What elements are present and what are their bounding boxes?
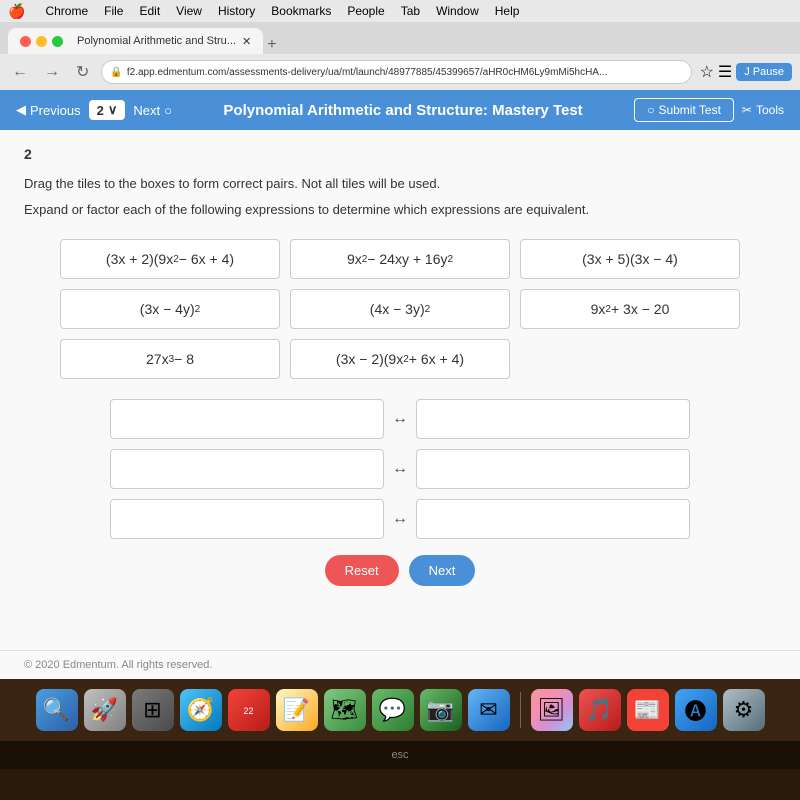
url-bar[interactable]: 🔒 f2.app.edmentum.com/assessments-delive… [101,60,691,84]
menu-window[interactable]: Window [436,4,479,18]
menu-edit[interactable]: Edit [139,4,160,18]
drop-row-1: ↔ [110,399,690,439]
traffic-lights [20,36,63,47]
tile-6[interactable]: 27x3 − 8 [60,339,280,379]
dock-maps[interactable]: 🗺 [324,689,366,731]
tile-7[interactable]: (3x − 2)(9x2 + 6x + 4) [290,339,510,379]
apple-menu[interactable]: 🍎 [8,3,25,20]
menu-chrome[interactable]: Chrome [45,4,88,18]
tile-5[interactable]: 9x2 + 3x − 20 [520,289,740,329]
menu-view[interactable]: View [176,4,202,18]
dock-mission-control[interactable]: ⊞ [132,689,174,731]
page-title: Polynomial Arithmetic and Structure: Mas… [180,102,626,119]
next-circle-icon: ○ [164,103,172,118]
arrow-icon-2: ↔ [392,460,408,478]
drop-box-right-2[interactable] [416,449,690,489]
dock-calendar[interactable]: 22 [228,689,270,731]
url-text: f2.app.edmentum.com/assessments-delivery… [127,67,607,78]
tab-bar: Polynomial Arithmetic and Stru... ✕ + [0,22,800,54]
drop-zones: ↔ ↔ ↔ [110,399,690,539]
minimize-button[interactable] [36,36,47,47]
action-buttons: Reset Next [24,555,776,586]
question-num-value: 2 [97,103,104,118]
submit-circle-icon: ○ [647,103,654,117]
tile-3[interactable]: (3x − 4y)2 [60,289,280,329]
tools-button[interactable]: ✂ Tools [742,103,784,117]
tiles-grid: (3x + 2)(9x2 − 6x + 4) 9x2 − 24xy + 16y2… [60,239,740,379]
instruction-2: Expand or factor each of the following e… [24,200,776,220]
keyboard-label: esc [391,749,408,761]
drop-row-3: ↔ [110,499,690,539]
dock-facetime[interactable]: 📷 [420,689,462,731]
dock-separator [520,692,521,728]
menu-file[interactable]: File [104,4,123,18]
dock-finder[interactable]: 🔍 [36,689,78,731]
dock: 🔍 🚀 ⊞ 🧭 22 📝 🗺 💬 📷 ✉ 🖼 🎵 📰 🅐 ⚙ [0,679,800,741]
prev-arrow-icon: ◀ [16,102,26,118]
dock-music[interactable]: 🎵 [579,689,621,731]
next-nav-button[interactable]: Next ○ [133,103,172,118]
dock-notes[interactable]: 📝 [276,689,318,731]
drop-box-right-3[interactable] [416,499,690,539]
dock-safari[interactable]: 🧭 [180,689,222,731]
tile-1[interactable]: 9x2 − 24xy + 16y2 [290,239,510,279]
tab-close-icon[interactable]: ✕ [242,35,251,48]
dock-messages[interactable]: 💬 [372,689,414,731]
tab-title: Polynomial Arithmetic and Stru... [77,35,236,47]
footer: © 2020 Edmentum. All rights reserved. [0,650,800,679]
scissors-icon: ✂ [742,103,752,117]
drop-box-left-1[interactable] [110,399,384,439]
dock-appstore[interactable]: 🅐 [675,689,717,731]
drop-box-left-3[interactable] [110,499,384,539]
question-chevron-icon: ∨ [108,102,118,118]
address-actions: ☆ ☰ J Pause [700,62,792,82]
dock-launchpad[interactable]: 🚀 [84,689,126,731]
maximize-button[interactable] [52,36,63,47]
copyright-text: © 2020 Edmentum. All rights reserved. [24,659,212,671]
previous-button[interactable]: ◀ Previous [16,102,81,118]
arrow-icon-1: ↔ [392,410,408,428]
new-tab-button[interactable]: + [267,36,276,54]
bookmark-icon[interactable]: ☆ [700,62,714,82]
dock-mail[interactable]: ✉ [468,689,510,731]
tile-0[interactable]: (3x + 2)(9x2 − 6x + 4) [60,239,280,279]
dock-photos[interactable]: 🖼 [531,689,573,731]
lock-icon: 🔒 [110,67,122,78]
menu-bookmarks[interactable]: Bookmarks [271,4,331,18]
pause-button[interactable]: J Pause [736,63,792,81]
dock-news[interactable]: 📰 [627,689,669,731]
question-nav-bar: ◀ Previous 2 ∨ Next ○ Polynomial Arithme… [0,90,800,130]
reload-button[interactable]: ↻ [72,60,93,84]
tile-4[interactable]: (4x − 3y)2 [290,289,510,329]
browser-tab[interactable]: Polynomial Arithmetic and Stru... ✕ [8,28,263,54]
address-bar: ← → ↻ 🔒 f2.app.edmentum.com/assessments-… [0,54,800,90]
instruction-1: Drag the tiles to the boxes to form corr… [24,174,776,194]
close-button[interactable] [20,36,31,47]
menu-tab[interactable]: Tab [401,4,420,18]
menu-people[interactable]: People [347,4,384,18]
forward-button[interactable]: → [40,61,64,83]
next-button[interactable]: Next [409,555,476,586]
arrow-icon-3: ↔ [392,510,408,528]
drop-box-left-2[interactable] [110,449,384,489]
drop-box-right-1[interactable] [416,399,690,439]
menu-history[interactable]: History [218,4,255,18]
back-button[interactable]: ← [8,61,32,83]
content-area: 2 Drag the tiles to the boxes to form co… [0,130,800,650]
bottom-bar: esc [0,741,800,769]
menu-bar: 🍎 Chrome File Edit View History Bookmark… [0,0,800,22]
question-number-label: 2 [24,146,776,162]
tile-2[interactable]: (3x + 5)(3x − 4) [520,239,740,279]
extension-icon[interactable]: ☰ [718,62,732,82]
question-number-display[interactable]: 2 ∨ [89,100,126,120]
reset-button[interactable]: Reset [325,555,399,586]
dock-system-prefs[interactable]: ⚙ [723,689,765,731]
drop-row-2: ↔ [110,449,690,489]
menu-help[interactable]: Help [495,4,520,18]
submit-test-button[interactable]: ○ Submit Test [634,98,734,122]
